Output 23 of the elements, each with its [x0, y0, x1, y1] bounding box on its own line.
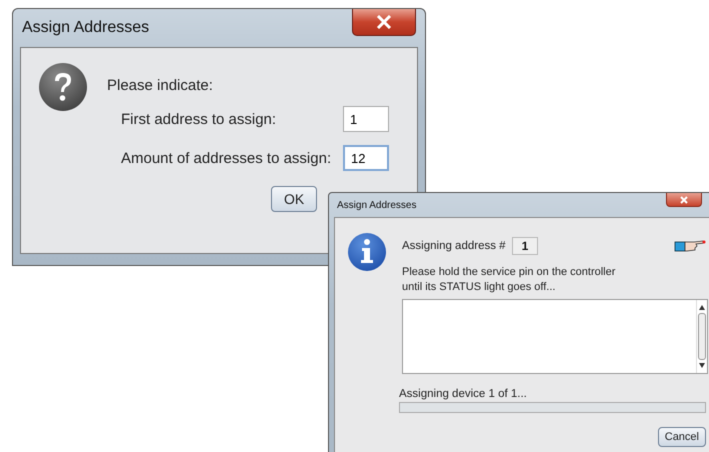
close-button[interactable] [352, 9, 416, 36]
ok-button[interactable]: OK [271, 186, 318, 212]
address-label: Assigning address # [402, 240, 506, 252]
question-icon [38, 62, 88, 112]
input-field[interactable]: 1 [343, 106, 389, 132]
close-icon [376, 15, 392, 29]
progress-label: Assigning device 1 of 1... [399, 388, 528, 400]
instruction-text: Please hold the service pin on the controller until its STATUS light goes off... [402, 265, 616, 295]
close-button[interactable] [666, 193, 702, 207]
window-title: Assign Addresses [21, 19, 150, 37]
close-icon [679, 196, 689, 204]
cancel-button[interactable]: Cancel [658, 427, 706, 447]
field-label: Amount of addresses to assign: [121, 150, 332, 166]
input-field[interactable]: 12 [343, 145, 389, 171]
prompt-text: Please indicate: [107, 77, 214, 94]
scrollbar[interactable] [696, 300, 707, 373]
info-icon [347, 232, 387, 272]
pointing-hand-icon [674, 239, 706, 253]
address-number: 1 [512, 237, 538, 255]
field-label: First address to assign: [121, 110, 276, 128]
down-arrow-icon[interactable] [699, 363, 705, 368]
up-arrow-icon[interactable] [699, 305, 705, 310]
window-title: Assign Addresses [336, 200, 416, 210]
